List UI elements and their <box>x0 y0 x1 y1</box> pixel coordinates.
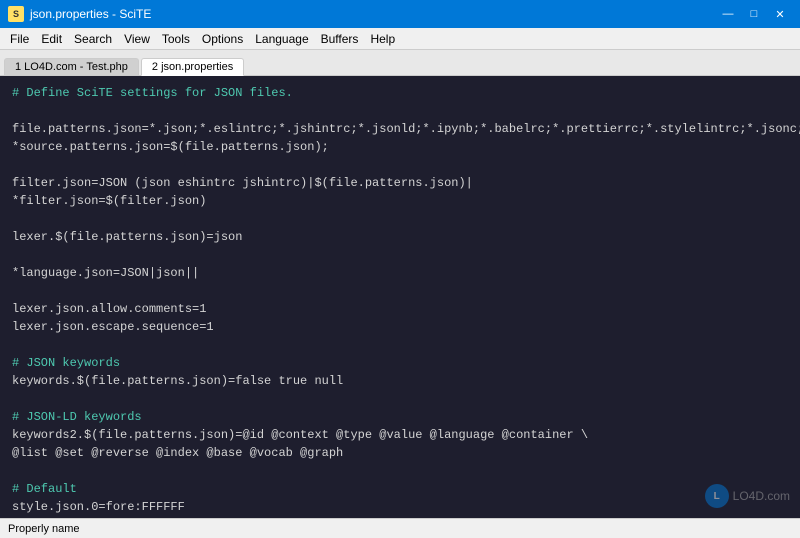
menu-bar: File Edit Search View Tools Options Lang… <box>0 28 800 50</box>
menu-buffers[interactable]: Buffers <box>315 30 365 48</box>
minimize-button[interactable]: — <box>716 4 740 24</box>
editor-container: # Define SciTE settings for JSON files. … <box>0 76 800 518</box>
title-bar: S json.properties - SciTE — □ ✕ <box>0 0 800 28</box>
close-button[interactable]: ✕ <box>768 4 792 24</box>
watermark-logo: L <box>705 484 729 508</box>
status-text: Properly name <box>8 523 80 535</box>
menu-edit[interactable]: Edit <box>35 30 68 48</box>
tab-test-php[interactable]: 1 LO4D.com - Test.php <box>4 58 139 75</box>
menu-language[interactable]: Language <box>249 30 314 48</box>
tabs-bar: 1 LO4D.com - Test.php 2 json.properties <box>0 50 800 76</box>
editor-area: # Define SciTE settings for JSON files. … <box>0 76 800 518</box>
status-bar: Properly name <box>0 518 800 538</box>
maximize-button[interactable]: □ <box>742 4 766 24</box>
menu-file[interactable]: File <box>4 30 35 48</box>
code-content[interactable]: # Define SciTE settings for JSON files. … <box>0 76 800 518</box>
menu-view[interactable]: View <box>118 30 156 48</box>
watermark: L LO4D.com <box>705 484 790 508</box>
menu-tools[interactable]: Tools <box>156 30 196 48</box>
menu-help[interactable]: Help <box>364 30 401 48</box>
menu-search[interactable]: Search <box>68 30 118 48</box>
app-icon: S <box>8 6 24 22</box>
title-bar-left: S json.properties - SciTE <box>8 6 151 22</box>
tab-json-properties[interactable]: 2 json.properties <box>141 58 244 76</box>
menu-options[interactable]: Options <box>196 30 249 48</box>
title-controls[interactable]: — □ ✕ <box>716 4 792 24</box>
window-title: json.properties - SciTE <box>30 7 151 21</box>
watermark-text: LO4D.com <box>733 489 790 503</box>
